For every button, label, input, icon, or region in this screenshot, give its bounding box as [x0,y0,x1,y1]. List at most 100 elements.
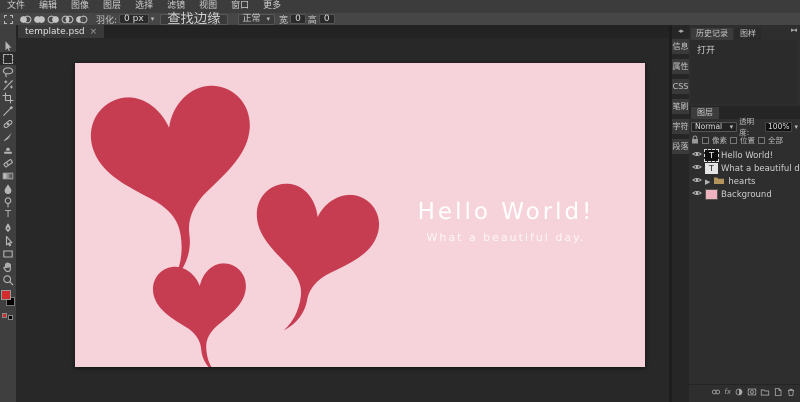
layer-row-hearts-group[interactable]: ▶ hearts [689,175,800,188]
canvas[interactable]: Hello World! What a beautiful day. [75,63,645,367]
adjustment-layer-icon[interactable] [734,387,744,397]
gradient-tool[interactable] [0,169,16,182]
strip-tab-brush[interactable]: 笔刷 [672,99,689,114]
group-expander-icon[interactable]: ▶ [705,178,710,186]
strip-tab-css[interactable]: CSS [672,79,689,94]
menu-layer[interactable]: 图层 [96,0,128,13]
layer-effects-icon[interactable]: fx [724,388,731,396]
panel-strip: ◂▸ 信息 属性 CSS 笔刷 字符 段落 [672,25,689,402]
strip-tab-properties[interactable]: 属性 [672,59,689,74]
rect-shape-tool[interactable] [0,247,16,260]
document-tab[interactable]: template.psd × [18,25,105,38]
delete-layer-icon[interactable] [786,387,796,397]
refine-edge-button[interactable]: 查找边缘 [160,12,228,26]
selection-mode-intersect-icon[interactable] [60,14,74,24]
dodge-tool[interactable] [0,195,16,208]
strip-tab-paragraph[interactable]: 段落 [672,139,689,154]
text-layer-thumb: T [704,149,719,162]
style-select[interactable]: 正常 ▾ [237,13,276,25]
pen-tool[interactable] [0,221,16,234]
opacity-dropdown-icon[interactable]: ▾ [794,123,798,131]
direct-select-tool[interactable] [0,234,16,247]
healing-brush-tool[interactable] [0,117,16,130]
feather-input[interactable]: 0 px [119,14,149,24]
selection-mode-add-icon[interactable] [32,14,46,24]
panel-main: ▸◂ 历史记录 图样 打开 图层 Normal ▾ 透明度: 100% ▾ 像素… [689,25,800,402]
magic-wand-tool[interactable] [0,78,16,91]
type-tool-glyph: T [4,209,12,220]
history-entry-open[interactable]: 打开 [691,40,798,59]
canvas-subtitle-text: What a beautiful day. [426,231,586,244]
height-input[interactable]: 0 [318,14,335,24]
lock-all-label: 全部 [768,136,783,145]
new-layer-icon[interactable] [773,387,783,397]
type-tool[interactable]: T [0,208,16,221]
visibility-eye-icon[interactable] [692,189,702,200]
lock-icon [691,135,699,146]
eraser-tool[interactable] [0,156,16,169]
text-layer-thumb: T [705,163,718,174]
lock-all-checkbox[interactable] [758,137,765,144]
lock-pixels-checkbox[interactable] [702,137,709,144]
color-swatches [0,289,16,311]
lock-position-label: 位置 [740,136,755,145]
layer-row-background[interactable]: Background [689,188,800,201]
style-dropdown-icon: ▾ [266,14,271,23]
layer-mask-icon[interactable] [747,387,757,397]
layer-name: What a beautiful day. [721,163,800,174]
tab-layers[interactable]: 图层 [691,107,719,119]
blend-dropdown-icon: ▾ [729,122,734,131]
mini-background-swatch [8,315,13,320]
visibility-eye-icon[interactable] [692,163,702,174]
background-layer-thumb [705,189,718,200]
menu-window[interactable]: 窗口 [224,0,256,13]
rect-select-tool[interactable] [0,52,16,65]
selection-mode-exclude-icon[interactable] [74,14,88,24]
zoom-tool[interactable] [0,273,16,286]
menu-edit[interactable]: 编辑 [32,0,64,13]
layer-row-subtitle[interactable]: T What a beautiful day. [689,162,800,175]
selection-mode-new-icon[interactable] [18,14,32,24]
expand-strip-icon[interactable]: ◂▸ [672,27,689,35]
menu-image[interactable]: 图像 [64,0,96,13]
layer-row-hello-world[interactable]: T Hello World! [689,149,800,162]
move-tool[interactable] [0,39,16,52]
eyedropper-tool[interactable] [0,104,16,117]
link-layers-icon[interactable] [711,387,721,397]
visibility-eye-icon[interactable] [692,150,702,161]
menu-select[interactable]: 选择 [128,0,160,13]
menu-more[interactable]: 更多 [256,0,288,13]
default-colors-widget[interactable] [0,313,16,321]
layer-name: Background [721,189,772,200]
history-panel: 打开 [691,40,798,104]
folder-icon [713,175,725,188]
strip-tab-character[interactable]: 字符 [672,119,689,134]
tab-history[interactable]: 历史记录 [691,28,733,40]
foreground-color-swatch[interactable] [1,290,11,300]
brush-tool[interactable] [0,130,16,143]
clone-stamp-tool[interactable] [0,143,16,156]
blur-tool[interactable] [0,182,16,195]
blend-mode-select[interactable]: Normal ▾ [691,121,738,132]
history-tab-group: 历史记录 图样 [689,28,800,40]
new-group-icon[interactable] [760,387,770,397]
lasso-tool[interactable] [0,65,16,78]
crop-tool[interactable] [0,91,16,104]
close-tab-icon[interactable]: × [90,27,98,37]
lock-pixels-label: 像素 [712,136,727,145]
visibility-eye-icon[interactable] [692,176,702,187]
width-label: 宽 [279,15,289,26]
tab-swatches[interactable]: 图样 [735,28,761,40]
width-input[interactable]: 0 [290,14,306,24]
marquee-tool-icon [4,14,13,24]
strip-tab-info[interactable]: 信息 [672,39,689,54]
opacity-value[interactable]: 100% [765,121,793,132]
selection-mode-subtract-icon[interactable] [46,14,60,24]
lock-position-checkbox[interactable] [730,137,737,144]
feather-dropdown-icon[interactable]: ▾ [151,15,155,23]
hand-tool[interactable] [0,260,16,273]
toolbox: T [0,25,16,402]
document-tab-bar: template.psd × [16,25,669,38]
menu-file[interactable]: 文件 [0,0,32,13]
layers-list: T Hello World! T What a beautiful day. ▶… [689,149,800,201]
